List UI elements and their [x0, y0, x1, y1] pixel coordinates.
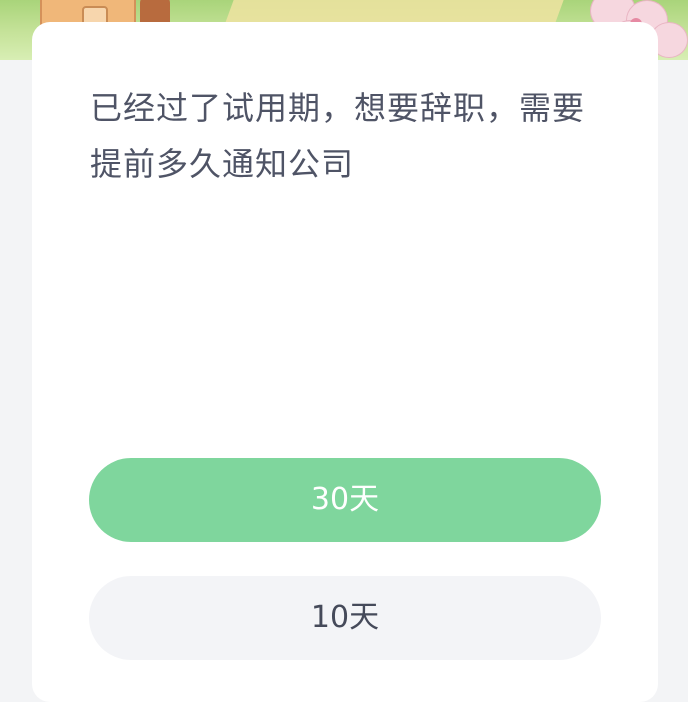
question-card: 已经过了试用期，想要辞职，需要提前多久通知公司 30天 10天	[32, 22, 658, 702]
answer-option-30-days[interactable]: 30天	[89, 458, 601, 542]
answer-option-10-days[interactable]: 10天	[89, 576, 601, 660]
question-text: 已经过了试用期，想要辞职，需要提前多久通知公司	[90, 89, 586, 183]
